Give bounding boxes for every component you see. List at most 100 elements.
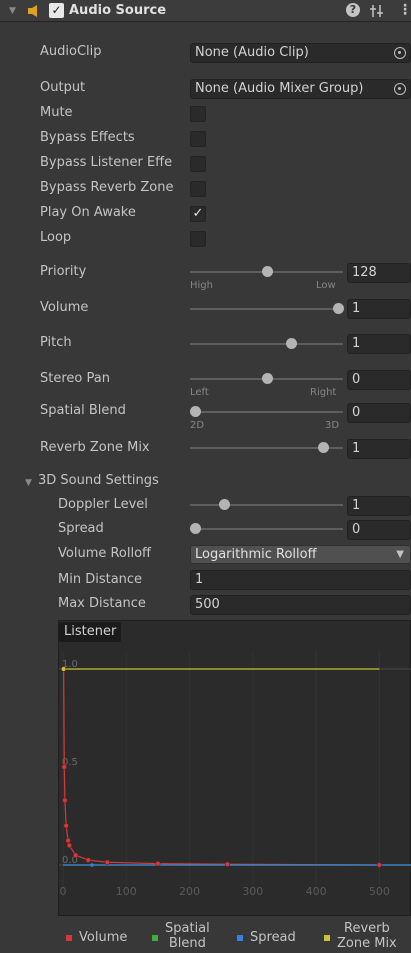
priority-label: Priority xyxy=(40,264,87,279)
spread-keypoint xyxy=(90,863,94,867)
legend-spatial-blend-label: Spatial Blend xyxy=(165,921,210,951)
mute-label: Mute xyxy=(40,105,73,120)
component-title: Audio Source xyxy=(69,3,167,18)
pitch-value-field[interactable]: 1 xyxy=(347,334,411,354)
object-picker-icon[interactable] xyxy=(394,47,406,59)
stereo-pan-max-label: Right xyxy=(310,387,337,398)
component-header[interactable]: ▼ ✓ Audio Source ? ⋮ xyxy=(0,0,411,22)
volume-rolloff-value: Logarithmic Rolloff xyxy=(195,547,317,562)
volume-keypoint xyxy=(66,842,72,848)
stereo-pan-min-label: Left xyxy=(190,387,209,398)
legend-reverb-zone-mix-swatch xyxy=(324,935,330,941)
doppler-level-slider[interactable] xyxy=(190,499,343,510)
bypass-reverb-zones-label: Bypass Reverb Zone xyxy=(40,180,174,195)
foldout-arrow-icon[interactable]: ▼ xyxy=(9,6,16,16)
play-on-awake-checkbox[interactable]: ✓ xyxy=(190,206,206,222)
volume-slider[interactable] xyxy=(190,303,345,314)
doppler-level-slider-handle[interactable] xyxy=(218,499,230,510)
reverb-zone-mix-value-field[interactable]: 1 xyxy=(347,439,411,459)
volume-keypoint xyxy=(62,797,68,803)
max-distance-label: Max Distance xyxy=(58,596,146,611)
spread-value-field[interactable]: 0 xyxy=(347,520,411,540)
spatial-blend-label: Spatial Blend xyxy=(40,403,126,418)
rolloff-graph[interactable]: 1.0 0.5 0.0 0 100 200 300 400 500 xyxy=(58,620,411,916)
x-tick-label: 200 xyxy=(179,885,200,898)
volume-rolloff-dropdown[interactable]: Logarithmic Rolloff ▼ xyxy=(190,545,411,564)
legend-volume-swatch xyxy=(66,935,72,941)
x-tick-label: 0 xyxy=(60,885,67,898)
min-distance-field[interactable]: 1 xyxy=(190,570,411,590)
output-field[interactable]: None (Audio Mixer Group) xyxy=(190,79,411,99)
spatial-blend-max-label: 3D xyxy=(325,420,340,431)
spread-slider[interactable] xyxy=(189,523,343,534)
spatial-blend-value-field[interactable]: 0 xyxy=(347,403,411,423)
volume-keypoint xyxy=(73,852,79,858)
bypass-reverb-zones-checkbox[interactable] xyxy=(190,181,206,197)
stereo-pan-slider[interactable] xyxy=(190,373,343,384)
volume-rolloff-label: Volume Rolloff xyxy=(58,546,152,561)
bypass-listener-effects-label: Bypass Listener Effe xyxy=(40,155,173,170)
volume-value-field[interactable]: 1 xyxy=(347,299,411,319)
min-distance-label: Min Distance xyxy=(58,572,143,587)
audioclip-field[interactable]: None (Audio Clip) xyxy=(190,43,411,63)
stereo-pan-slider-handle[interactable] xyxy=(261,373,273,384)
reverb-zone-mix-slider[interactable] xyxy=(190,442,343,453)
3d-sound-settings-label[interactable]: 3D Sound Settings xyxy=(38,473,159,488)
object-picker-icon[interactable] xyxy=(394,83,406,95)
dropdown-arrow-icon: ▼ xyxy=(396,549,404,560)
loop-label: Loop xyxy=(40,230,72,245)
priority-slider-handle[interactable] xyxy=(261,266,273,277)
more-icon[interactable]: ⋮ xyxy=(398,2,411,18)
audioclip-value: None (Audio Clip) xyxy=(195,45,309,60)
spatial-blend-slider[interactable] xyxy=(189,406,343,417)
stereo-pan-label: Stereo Pan xyxy=(40,371,110,386)
rolloff-graph-svg: 1.00.50.00 100 200 300 400 500 xyxy=(59,651,411,898)
loop-checkbox[interactable] xyxy=(190,231,206,247)
max-distance-field[interactable]: 500 xyxy=(190,595,411,615)
volume-keypoint xyxy=(85,857,91,863)
legend-reverb-zone-mix-label: Reverb Zone Mix xyxy=(337,921,397,951)
x-tick-label: 400 xyxy=(306,885,327,898)
legend-spatial-blend-swatch xyxy=(152,935,158,941)
volume-keypoint xyxy=(61,764,67,770)
pitch-slider-handle[interactable] xyxy=(285,338,297,349)
priority-min-label: High xyxy=(190,280,213,291)
volume-keypoint xyxy=(155,861,161,867)
pitch-slider[interactable] xyxy=(190,338,343,349)
volume-keypoint xyxy=(65,837,71,844)
component-enabled-checkbox[interactable]: ✓ xyxy=(49,3,64,18)
bypass-listener-effects-checkbox[interactable] xyxy=(190,156,206,172)
audioclip-label: AudioClip xyxy=(40,44,102,59)
reverb-zone-mix-slider-handle[interactable] xyxy=(318,442,330,453)
listener-tab[interactable]: Listener xyxy=(59,622,122,642)
stereo-pan-value-field[interactable]: 0 xyxy=(347,370,411,390)
legend-spread-label: Spread xyxy=(250,930,296,945)
volume-label: Volume xyxy=(40,300,89,315)
spread-slider-handle[interactable] xyxy=(189,523,201,534)
mute-checkbox[interactable] xyxy=(190,106,206,122)
play-on-awake-label: Play On Awake xyxy=(40,205,136,220)
volume-keypoint xyxy=(376,862,382,868)
x-tick-label: 100 xyxy=(116,885,137,898)
volume-keypoint xyxy=(63,823,69,829)
pitch-label: Pitch xyxy=(40,335,72,350)
presets-icon[interactable] xyxy=(370,4,384,18)
x-tick-label: 500 xyxy=(369,885,390,898)
x-tick-label: 300 xyxy=(242,885,263,898)
output-value: None (Audio Mixer Group) xyxy=(195,81,364,96)
spatial-blend-slider-handle[interactable] xyxy=(189,406,201,417)
volume-slider-handle[interactable] xyxy=(333,303,345,314)
priority-value-field[interactable]: 128 xyxy=(347,263,411,283)
reverb-zone-mix-label: Reverb Zone Mix xyxy=(40,440,150,455)
help-icon[interactable]: ? xyxy=(346,3,360,17)
doppler-level-value-field[interactable]: 1 xyxy=(347,496,411,516)
series-line-volume xyxy=(63,668,380,866)
legend-volume-label: Volume xyxy=(79,930,128,945)
priority-max-label: Low xyxy=(316,280,336,291)
priority-slider[interactable] xyxy=(190,266,343,277)
3d-settings-foldout-icon[interactable]: ▼ xyxy=(25,478,32,488)
bypass-effects-label: Bypass Effects xyxy=(40,130,135,145)
output-label: Output xyxy=(40,80,86,95)
bypass-effects-checkbox[interactable] xyxy=(190,131,206,147)
spatial-blend-min-label: 2D xyxy=(190,420,205,431)
